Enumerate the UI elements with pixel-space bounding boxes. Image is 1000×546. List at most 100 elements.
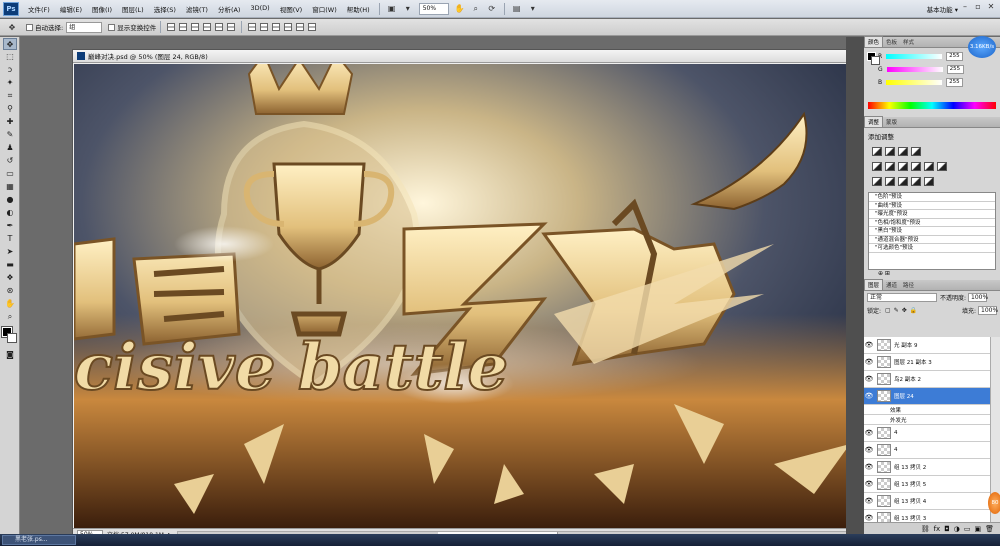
visibility-eye-icon[interactable]: 👁	[864, 463, 874, 471]
layer-row[interactable]: 👁 组 13 拷贝 4	[864, 493, 990, 510]
layer-row[interactable]: 👁 组 13 拷贝 2	[864, 459, 990, 476]
new-adjustment-icon[interactable]: ◑	[954, 525, 960, 533]
arrange-documents-icon[interactable]: ▤	[511, 3, 523, 14]
layer-row[interactable]: 👁 鸟2 副本 2	[864, 371, 990, 388]
invert-icon[interactable]	[872, 177, 882, 186]
path-select-tool-icon[interactable]: ➤	[3, 246, 17, 258]
eraser-tool-icon[interactable]: ▭	[3, 168, 17, 180]
screen-mode-icon[interactable]: ▣	[386, 3, 398, 14]
visibility-eye-icon[interactable]: 👁	[864, 341, 874, 349]
preset-item[interactable]: "黑白"预设	[869, 227, 995, 236]
3d-orbit-tool-icon[interactable]: ⊛	[3, 285, 17, 297]
gradient-tool-icon[interactable]: ▦	[3, 181, 17, 193]
brightness-icon[interactable]	[872, 147, 882, 156]
opacity-field[interactable]: 100%	[968, 293, 988, 302]
tab-color[interactable]: 颜色	[864, 36, 884, 47]
preset-item[interactable]: "色阶"预设	[869, 193, 995, 202]
hand-tool-icon[interactable]: ✋	[3, 298, 17, 310]
menu-item[interactable]: 窗口(W)	[307, 4, 342, 14]
brush-tool-icon[interactable]: ✎	[3, 129, 17, 141]
canvas[interactable]: cisive battle	[74, 64, 850, 528]
menu-item[interactable]: 编辑(E)	[55, 4, 87, 14]
history-brush-tool-icon[interactable]: ↺	[3, 155, 17, 167]
align-right-icon[interactable]	[227, 23, 236, 31]
layer-row[interactable]: 效果	[864, 405, 990, 415]
healing-brush-tool-icon[interactable]: ✚	[3, 116, 17, 128]
tab-channels[interactable]: 通道	[883, 280, 900, 290]
3d-rotate-tool-icon[interactable]: ❖	[3, 272, 17, 284]
hue-saturation-icon[interactable]	[885, 162, 895, 171]
visibility-eye-icon[interactable]: 👁	[864, 375, 874, 383]
zoom-tool-icon[interactable]: ⌕	[470, 3, 482, 14]
preset-item[interactable]: "曲线"预设	[869, 202, 995, 210]
menu-item[interactable]: 选择(S)	[149, 4, 181, 14]
move-tool-icon[interactable]: ✥	[6, 22, 18, 33]
lasso-tool-icon[interactable]: ↄ	[3, 64, 17, 76]
channel-g-value[interactable]: 255	[946, 65, 964, 74]
arrange-icon[interactable]: ▾	[402, 3, 414, 14]
gradient-map-icon[interactable]	[911, 177, 921, 186]
add-mask-icon[interactable]: ◘	[944, 525, 950, 533]
distribute-vcenter-icon[interactable]	[260, 23, 269, 31]
tab-masks[interactable]: 蒙版	[883, 117, 900, 127]
blend-mode-select[interactable]: 正常	[867, 293, 937, 302]
align-top-icon[interactable]	[167, 23, 176, 31]
rotate-view-icon[interactable]: ⟳	[486, 3, 498, 14]
layer-row[interactable]: 👁 光 副本 9	[864, 337, 990, 354]
channel-g-slider[interactable]	[886, 67, 943, 72]
close-button[interactable]: ✕	[986, 2, 996, 12]
minimize-button[interactable]: –	[960, 2, 970, 12]
preset-item[interactable]: "曝光度"预设	[869, 210, 995, 219]
layer-row[interactable]: 👁 4	[864, 425, 990, 442]
tab-paths[interactable]: 路径	[900, 280, 917, 290]
black-white-icon[interactable]	[911, 162, 921, 171]
visibility-eye-icon[interactable]: 👁	[864, 392, 874, 400]
channel-r-slider[interactable]	[886, 54, 943, 59]
levels-icon[interactable]	[885, 147, 895, 156]
new-layer-icon[interactable]: ▣	[974, 525, 981, 533]
eyedropper-tool-icon[interactable]: ⚲	[3, 103, 17, 115]
quick-mask-icon[interactable]: ◙	[3, 349, 17, 361]
menu-item[interactable]: 视图(V)	[275, 4, 308, 14]
dodge-tool-icon[interactable]: ◐	[3, 207, 17, 219]
tab-layers[interactable]: 图层	[864, 279, 884, 290]
distribute-right-icon[interactable]	[308, 23, 317, 31]
channel-mixer-icon[interactable]	[937, 162, 947, 171]
marquee-tool-icon[interactable]: ⬚	[3, 51, 17, 63]
visibility-eye-icon[interactable]: 👁	[864, 429, 874, 437]
clone-stamp-tool-icon[interactable]: ♟	[3, 142, 17, 154]
auto-select-dropdown[interactable]: 组	[66, 21, 103, 33]
crop-tool-icon[interactable]: ⌗	[3, 90, 17, 102]
zoom-tool-icon[interactable]: ⌕	[3, 311, 17, 323]
distribute-hcenter-icon[interactable]	[296, 23, 305, 31]
layer-row[interactable]: 外发光	[864, 415, 990, 425]
channel-b-slider[interactable]	[886, 80, 943, 85]
align-bottom-icon[interactable]	[191, 23, 200, 31]
menu-item[interactable]: 分析(A)	[213, 4, 246, 14]
visibility-eye-icon[interactable]: 👁	[864, 446, 874, 454]
color-spectrum[interactable]	[868, 102, 996, 109]
lock-icons[interactable]: ▢✎✥🔒	[885, 307, 920, 314]
layer-row[interactable]: 👁 图层 24	[864, 388, 990, 405]
menu-item[interactable]: 图层(L)	[117, 4, 149, 14]
posterize-icon[interactable]	[885, 177, 895, 186]
curves-icon[interactable]	[898, 147, 908, 156]
menu-item[interactable]: 图像(I)	[87, 4, 117, 14]
delete-layer-icon[interactable]: 🗑	[985, 525, 994, 533]
zoom-select[interactable]: 50%	[418, 2, 449, 15]
taskbar-item[interactable]: 黑老张.ps...	[2, 535, 76, 545]
background-color-swatch[interactable]	[7, 333, 17, 343]
color-balance-icon[interactable]	[898, 162, 908, 171]
tab-swatches[interactable]: 色板	[883, 37, 900, 47]
show-transform-checkbox[interactable]	[108, 23, 116, 31]
selective-color-icon[interactable]	[924, 177, 934, 186]
layer-row[interactable]: 👁 4	[864, 442, 990, 459]
vibrance-icon[interactable]	[872, 162, 882, 171]
exposure-icon[interactable]	[911, 147, 921, 156]
channel-b-value[interactable]: 255	[946, 78, 964, 87]
visibility-eye-icon[interactable]: 👁	[864, 480, 874, 488]
link-layers-icon[interactable]: ⛓	[921, 525, 930, 533]
preset-item[interactable]: "通道混合器"预设	[869, 236, 995, 244]
tab-styles[interactable]: 样式	[900, 37, 917, 47]
distribute-top-icon[interactable]	[248, 23, 257, 31]
